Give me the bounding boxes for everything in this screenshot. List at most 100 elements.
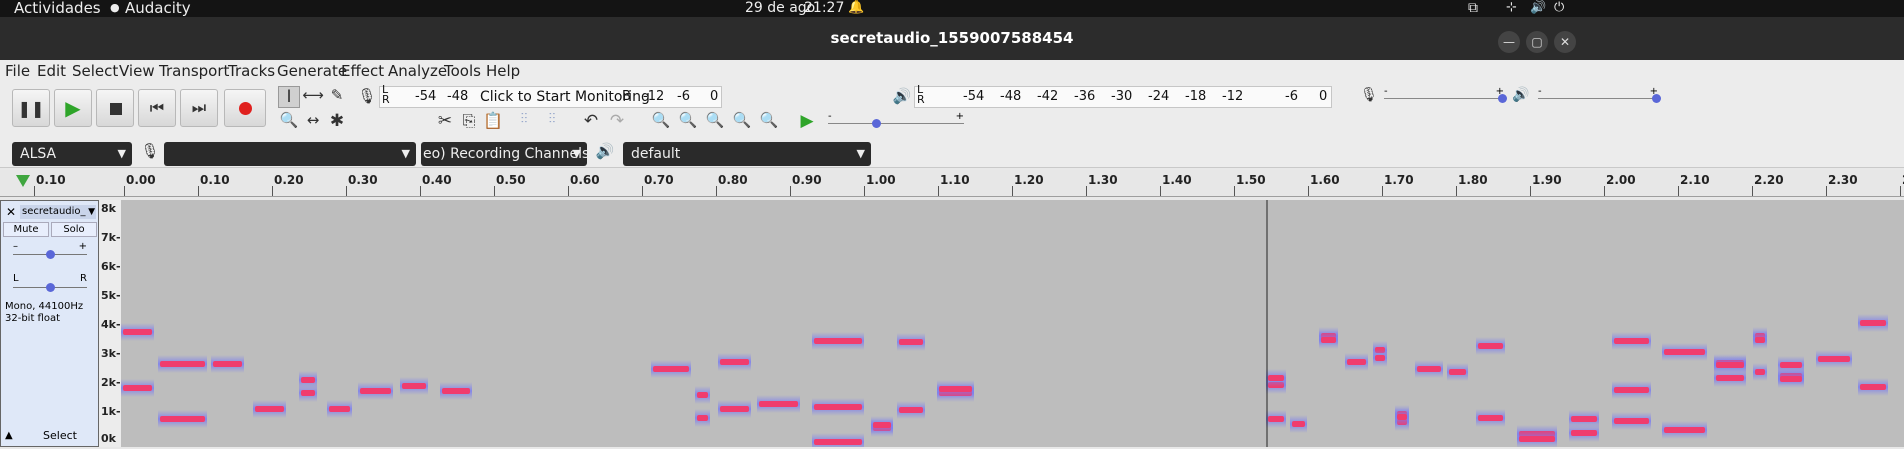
track-control-panel: ✕ secretaudio_ ▼ Mute Solo – + L R Mono,… [0, 200, 99, 447]
recording-meter[interactable]: L R -54 -48 Click to Start Monitoring B … [379, 84, 722, 108]
slider-thumb[interactable] [1498, 94, 1507, 103]
audio-host-dropdown[interactable]: ALSA ▼ [12, 142, 132, 166]
clock-time[interactable]: 21:27 [804, 0, 844, 17]
envelope-tool-icon[interactable]: ⟷ [302, 86, 324, 108]
silence-icon[interactable]: ⫶⫶ [540, 111, 564, 133]
select-track-button[interactable]: Select [23, 428, 97, 444]
zoom-tool-icon[interactable]: 🔍 [278, 111, 300, 133]
pan-slider[interactable]: L R [13, 273, 87, 292]
menu-help[interactable]: Help [486, 62, 520, 80]
fit-project-icon[interactable]: 🔍 [731, 111, 753, 133]
play-speed-slider[interactable]: - + [828, 111, 964, 128]
redo-icon[interactable]: ↷ [606, 111, 628, 133]
paste-icon[interactable]: 📋 [482, 111, 504, 133]
microphone-icon[interactable]: 🎙 [357, 87, 377, 107]
menu-file[interactable]: File [5, 62, 30, 80]
gain-slider[interactable]: – + [13, 241, 87, 259]
playhead-icon[interactable] [16, 175, 30, 187]
skip-to-end-button[interactable]: ⏭ [180, 89, 218, 127]
spectral-band [329, 406, 350, 412]
undo-icon[interactable]: ↶ [580, 111, 602, 133]
spectrogram-view[interactable] [121, 200, 1904, 447]
playback-meter[interactable]: L R -54 -48 -42 -36 -30 -24 -18 -12 -6 0 [914, 84, 1332, 108]
menu-edit[interactable]: Edit [37, 62, 66, 80]
slider-thumb[interactable] [46, 250, 55, 259]
spectral-band [301, 390, 315, 396]
spectral-band [1716, 362, 1744, 368]
ruler-tick-label: 0.40 [422, 173, 452, 187]
playback-volume-slider[interactable]: - + [1538, 86, 1661, 103]
menu-tracks[interactable]: Tracks [228, 62, 275, 80]
track-format: Mono, 44100Hz [5, 301, 84, 312]
network-icon[interactable]: ⊹ [1506, 0, 1517, 17]
recording-volume-slider[interactable]: - + [1384, 86, 1507, 103]
ruler-tick-label: 0.10 [200, 173, 230, 187]
playback-device-dropdown[interactable]: default ▼ [623, 142, 871, 166]
track-bitdepth: 32-bit float [5, 313, 61, 324]
ruler-tick-label: 0.70 [644, 173, 674, 187]
play-button[interactable]: ▶ [54, 89, 92, 127]
solo-button[interactable]: Solo [51, 222, 97, 237]
fit-selection-icon[interactable]: 🔍 [704, 111, 726, 133]
slider-thumb[interactable] [46, 283, 55, 292]
power-icon[interactable]: ⏻ [1554, 0, 1564, 17]
selection-tool-icon[interactable]: I [278, 86, 300, 108]
slider-thumb[interactable] [1652, 94, 1661, 103]
maximize-button[interactable]: ▢ [1526, 31, 1548, 53]
stop-button[interactable] [96, 89, 134, 127]
ruler-tick-mark [1382, 186, 1383, 196]
zoom-out-icon[interactable]: 🔍 [677, 111, 699, 133]
ruler-tick-label: 1.90 [1532, 173, 1562, 187]
spectral-band [1292, 421, 1305, 427]
record-button[interactable] [224, 89, 266, 127]
close-track-icon[interactable]: ✕ [4, 205, 18, 219]
ruler-tick-mark [716, 186, 717, 196]
spectral-band [697, 392, 708, 398]
menu-tools[interactable]: Tools [444, 62, 481, 80]
screen-share-icon[interactable]: ⧉ [1468, 0, 1478, 17]
menu-select[interactable]: Select [72, 62, 118, 80]
timeshift-tool-icon[interactable]: ↔ [302, 111, 324, 133]
draw-tool-icon[interactable]: ✎ [326, 86, 348, 108]
menu-transport[interactable]: Transport [159, 62, 229, 80]
menu-effect[interactable]: Effect [341, 62, 384, 80]
menu-analyze[interactable]: Analyze [388, 62, 447, 80]
spectral-band [301, 377, 315, 383]
freq-label: 3k- [101, 347, 121, 360]
spectral-band [814, 404, 862, 410]
timeline-ruler[interactable]: 0.10 0.00 0.10 0.20 0.30 0.40 0.50 0.60 0.70 0.80… [0, 170, 1904, 197]
pause-icon: ❚❚ [17, 99, 45, 118]
rec-tick: B [622, 89, 631, 104]
mute-button[interactable]: Mute [3, 222, 49, 237]
skip-to-start-button[interactable]: ⏮ [138, 89, 176, 127]
ruler-tick-label: 1.70 [1384, 173, 1414, 187]
slider-thumb[interactable] [872, 119, 881, 128]
trim-icon[interactable]: ⫶⫶ [512, 111, 536, 133]
app-menu[interactable]: Audacity [125, 0, 191, 17]
activities-button[interactable]: Actividades [14, 0, 101, 17]
freq-label: 4k- [101, 318, 121, 331]
ruler-tick-label: 1.20 [1014, 173, 1044, 187]
recording-channels-dropdown[interactable]: eo) Recording Channels ▼ [421, 142, 587, 166]
play-at-speed-icon[interactable]: ▶ [796, 111, 818, 133]
multi-tool-icon[interactable]: ✱ [326, 111, 348, 133]
recording-device-dropdown[interactable]: ▼ [164, 142, 416, 166]
zoom-toggle-icon[interactable]: 🔍 [758, 111, 780, 133]
track-name-dropdown[interactable]: secretaudio_ ▼ [20, 205, 96, 219]
menu-generate[interactable]: Generate [277, 62, 347, 80]
cut-icon[interactable]: ✂ [434, 111, 456, 133]
close-window-button[interactable]: ✕ [1554, 31, 1576, 53]
ruler-tick-mark [1456, 186, 1457, 196]
pause-button[interactable]: ❚❚ [12, 89, 50, 127]
spectral-band [1375, 355, 1385, 361]
zoom-in-icon[interactable]: 🔍 [650, 111, 672, 133]
volume-icon[interactable]: 🔊 [1530, 0, 1546, 17]
speaker-icon[interactable]: 🔊 [892, 87, 912, 107]
menu-view[interactable]: View [119, 62, 155, 80]
chevron-down-icon: ▼ [117, 147, 126, 160]
minimize-button[interactable]: — [1498, 31, 1520, 53]
play-tick: -12 [1222, 89, 1244, 104]
collapse-icon[interactable]: ▲ [5, 430, 13, 441]
copy-icon[interactable]: ⎘ [458, 111, 480, 133]
ruler-tick-label: 0.90 [792, 173, 822, 187]
